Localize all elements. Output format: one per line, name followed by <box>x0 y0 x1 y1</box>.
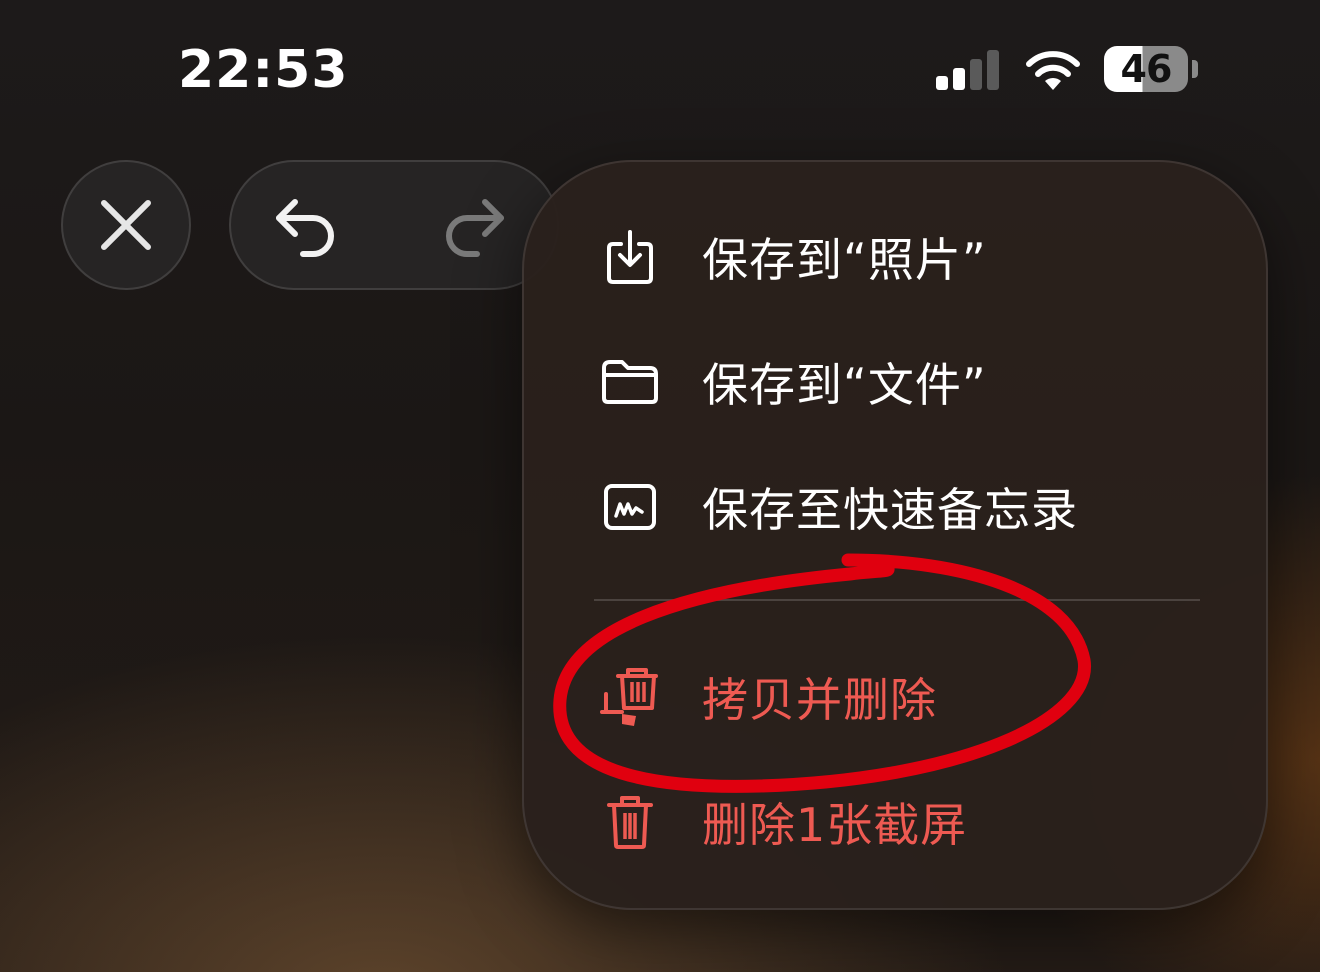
save-options-menu: 保存到“照片” 保存到“文件” 保存至快速备忘录 拷贝并删除 删除1张截屏 <box>522 160 1268 910</box>
folder-icon <box>598 350 662 414</box>
status-time: 22:53 <box>178 40 349 100</box>
menu-item-save-to-files[interactable]: 保存到“文件” <box>524 327 1266 437</box>
close-icon <box>101 200 151 250</box>
redo-icon <box>446 199 504 257</box>
battery-level: 46 <box>1120 47 1173 91</box>
copy-and-delete-icon <box>598 665 662 729</box>
undo-icon <box>276 199 334 257</box>
menu-item-save-to-quick-note[interactable]: 保存至快速备忘录 <box>524 452 1266 562</box>
trash-icon <box>598 790 662 854</box>
battery-indicator: 46 <box>1104 46 1188 92</box>
menu-item-label: 拷贝并删除 <box>702 673 937 727</box>
quick-note-icon <box>598 475 662 539</box>
close-button[interactable] <box>61 160 191 290</box>
battery-cap <box>1192 60 1198 78</box>
menu-item-copy-and-delete[interactable]: 拷贝并删除 <box>524 642 1266 752</box>
menu-item-label: 保存到“照片” <box>702 233 987 287</box>
menu-item-save-to-photos[interactable]: 保存到“照片” <box>524 202 1266 312</box>
save-to-photos-icon <box>598 225 662 289</box>
wifi-icon <box>1026 51 1080 90</box>
menu-divider <box>594 599 1200 601</box>
menu-item-label: 保存至快速备忘录 <box>702 483 1078 537</box>
menu-item-label: 删除1张截屏 <box>702 798 968 852</box>
redo-button[interactable] <box>429 182 519 272</box>
undo-redo-group <box>229 160 559 290</box>
cellular-signal-icon <box>936 50 999 90</box>
menu-item-label: 保存到“文件” <box>702 358 987 412</box>
undo-button[interactable] <box>261 182 351 272</box>
menu-item-delete-screenshot[interactable]: 删除1张截屏 <box>524 767 1266 877</box>
